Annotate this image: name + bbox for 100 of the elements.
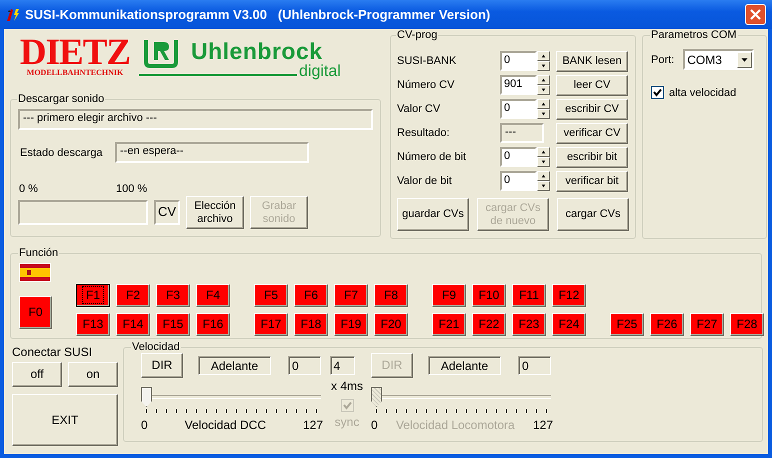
cv-button[interactable]: escribir bit	[556, 146, 628, 168]
spinner-arrows-icon[interactable]	[537, 99, 550, 119]
cv-file-button[interactable]: guardar CVs	[397, 198, 469, 231]
field-label: Número CV	[397, 79, 456, 91]
group-title: Función	[18, 247, 60, 259]
window-title: SUSI-Kommunikationsprogramm V3.00 (Uhlenbrock-Programmer Version)	[25, 7, 492, 22]
function-button[interactable]: F19	[334, 313, 368, 336]
group-title: Descargar sonido	[17, 93, 106, 105]
function-button[interactable]: F18	[294, 313, 328, 336]
function-button[interactable]: F13	[76, 313, 110, 336]
port-dropdown[interactable]: COM3	[683, 49, 754, 70]
function-button[interactable]: F24	[552, 313, 586, 336]
field-label: Valor CV	[397, 103, 442, 115]
speed-value: 0	[288, 356, 321, 375]
flag-icon[interactable]	[19, 263, 51, 282]
function-button[interactable]: F0	[19, 296, 52, 329]
function-button[interactable]: F3	[156, 284, 190, 307]
function-button[interactable]: F25	[610, 313, 644, 336]
download-button[interactable]: Elección archivo	[186, 196, 244, 229]
slider-max-label: 127	[302, 418, 323, 432]
function-button[interactable]: F16	[196, 313, 230, 336]
status-field: --en espera--	[115, 142, 309, 163]
function-button[interactable]: F12	[552, 284, 586, 307]
speed-slider[interactable]	[141, 387, 321, 409]
group-title: Parametros COM	[650, 29, 738, 41]
function-button[interactable]: F28	[730, 313, 764, 336]
slider-max-label: 127	[532, 418, 553, 432]
function-button[interactable]: F14	[116, 313, 150, 336]
uhlenbrock-logo-text: Uhlenbrock	[191, 38, 324, 64]
cv-file-button[interactable]: cargar CVs	[557, 198, 629, 231]
slider-min-label: 0	[371, 418, 378, 432]
app-icon	[5, 6, 21, 22]
function-button[interactable]: F4	[196, 284, 230, 307]
checkbox[interactable]	[651, 86, 664, 99]
number-field[interactable]: 0	[500, 171, 537, 191]
function-button[interactable]: F7	[334, 284, 368, 307]
function-button[interactable]: F23	[512, 313, 546, 336]
direction-display: Adelante	[198, 356, 271, 375]
result-field: ---	[500, 123, 544, 143]
number-field[interactable]: 0	[500, 99, 537, 119]
slider-thumb[interactable]	[141, 387, 152, 407]
field-label: SUSI-BANK	[397, 55, 458, 67]
interval-field: 4	[330, 356, 354, 375]
dietz-logo-subtitle: MODELLBAHNTECHNIK	[26, 68, 124, 77]
group-title: Velocidad	[131, 341, 181, 353]
function-button[interactable]: F9	[432, 284, 466, 307]
direction-button[interactable]: DIR	[141, 353, 183, 378]
field-label: Resultado:	[397, 127, 451, 139]
number-field[interactable]: 0	[500, 51, 537, 71]
function-button[interactable]: F22	[472, 313, 506, 336]
spinner-arrows-icon[interactable]	[537, 147, 550, 167]
logo-icon	[143, 38, 179, 68]
cv-button[interactable]: leer CV	[556, 74, 628, 96]
function-button[interactable]: F1	[76, 284, 110, 307]
slider-label: Velocidad DCC	[184, 418, 266, 432]
cv-button[interactable]: escribir CV	[556, 98, 628, 120]
status-label: Estado descarga	[20, 146, 104, 158]
dietz-logo-text: DIETZ	[20, 38, 130, 68]
number-field[interactable]: 901	[500, 75, 537, 95]
port-label: Port:	[651, 54, 674, 66]
speed-slider[interactable]	[371, 387, 551, 409]
off-button[interactable]: off	[12, 362, 62, 387]
section-title: Conectar SUSI	[12, 345, 94, 359]
function-button[interactable]: F11	[512, 284, 546, 307]
speed-value: 0	[518, 356, 551, 375]
file-field: --- primero elegir archivo ---	[18, 109, 373, 130]
cv-indicator: CV	[154, 200, 180, 225]
exit-button[interactable]: EXIT	[12, 394, 118, 446]
spinner-arrows-icon[interactable]	[537, 75, 550, 95]
spinner-arrows-icon[interactable]	[537, 171, 550, 191]
close-button[interactable]	[745, 4, 766, 25]
function-button[interactable]: F8	[374, 284, 408, 307]
spinner-arrows-icon[interactable]	[537, 51, 550, 71]
function-button[interactable]: F5	[254, 284, 288, 307]
uhlenbrock-logo-subtitle: digital	[299, 64, 341, 80]
function-button[interactable]: F2	[116, 284, 150, 307]
slider-label: Velocidad Locomotora	[396, 418, 515, 432]
interval-unit: x 4ms	[330, 379, 363, 393]
function-button[interactable]: F10	[472, 284, 506, 307]
group-title: CV-prog	[396, 29, 438, 41]
sync-label: sync	[334, 415, 360, 429]
field-label: Valor de bit	[397, 175, 453, 187]
slider-min-label: 0	[141, 418, 148, 432]
close-icon	[750, 9, 761, 20]
field-label: Número de bit	[397, 151, 468, 163]
on-button[interactable]: on	[68, 362, 118, 387]
function-button[interactable]: F21	[432, 313, 466, 336]
progress-max-label: 100 %	[116, 183, 148, 195]
cv-button[interactable]: verificar CV	[556, 122, 628, 144]
function-button[interactable]: F20	[374, 313, 408, 336]
checkbox-label: alta velocidad	[669, 86, 736, 98]
cv-button[interactable]: verificar bit	[556, 170, 628, 192]
number-field[interactable]: 0	[500, 147, 537, 167]
function-button[interactable]: F26	[650, 313, 684, 336]
function-button[interactable]: F6	[294, 284, 328, 307]
function-button[interactable]: F17	[254, 313, 288, 336]
function-button[interactable]: F27	[690, 313, 724, 336]
function-button[interactable]: F15	[156, 313, 190, 336]
cv-button[interactable]: BANK lesen	[556, 50, 628, 72]
progress-min-label: 0 %	[19, 183, 39, 195]
